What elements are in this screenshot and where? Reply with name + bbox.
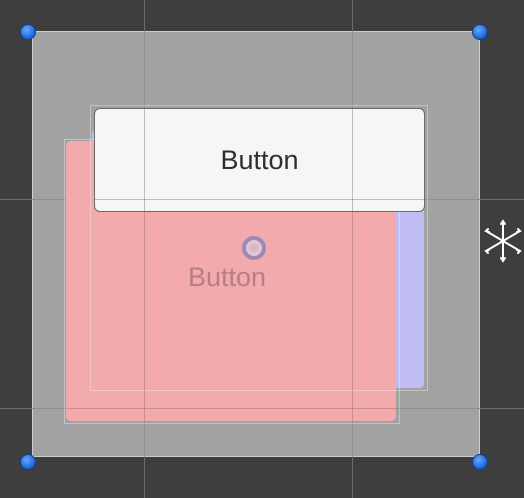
grid-line bbox=[66, 408, 396, 409]
main-button-label: Button bbox=[220, 144, 299, 175]
grid-line bbox=[95, 199, 424, 200]
ghost-button-label: Button bbox=[188, 262, 267, 292]
grid-line bbox=[352, 109, 353, 211]
pivot-icon[interactable] bbox=[242, 236, 266, 260]
bottom-left-handle-icon[interactable] bbox=[20, 454, 36, 470]
grid-line bbox=[144, 109, 145, 211]
bottom-right-handle-icon[interactable] bbox=[472, 454, 488, 470]
anchor-icon[interactable] bbox=[482, 218, 524, 264]
scene-view[interactable]: Button Button bbox=[0, 0, 524, 498]
top-right-handle-icon[interactable] bbox=[472, 24, 488, 40]
top-left-handle-icon[interactable] bbox=[20, 24, 36, 40]
